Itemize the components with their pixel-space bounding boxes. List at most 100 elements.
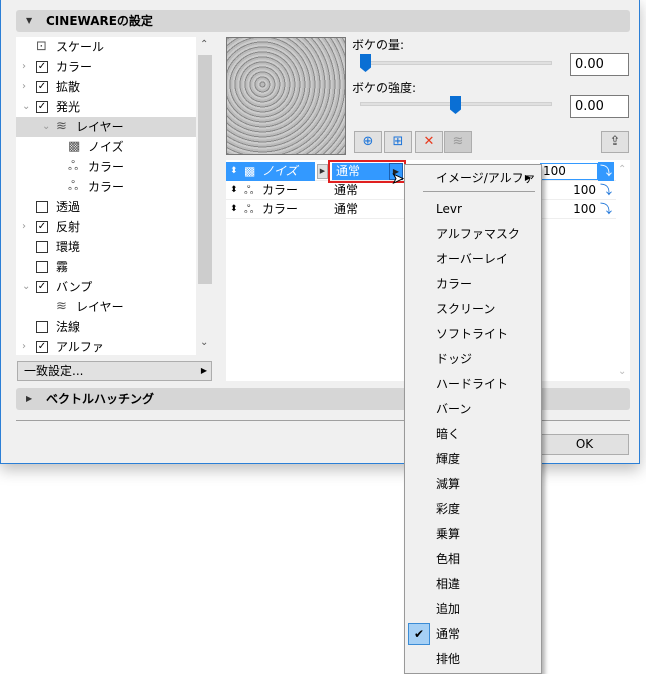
merge-layer-button[interactable]: ≋	[444, 131, 472, 153]
tree-item[interactable]: 霧	[16, 257, 196, 277]
blend-mode-dropdown[interactable]: 通常	[332, 163, 390, 180]
opacity-value[interactable]: 100	[566, 181, 596, 200]
layers-icon: ≋	[56, 299, 67, 314]
layer-name: ノイズ	[262, 164, 298, 178]
scroll-up-icon[interactable]: ⌃	[618, 164, 626, 175]
scroll-down-icon[interactable]: ⌄	[618, 366, 626, 377]
chevron-right-icon[interactable]: ›	[22, 217, 32, 237]
layer-name-cell[interactable]: ⬍ ஃ カラー	[226, 181, 315, 200]
menu-item[interactable]: ✔ 通常	[405, 623, 541, 645]
bokeh-amount-slider[interactable]	[360, 61, 552, 65]
tree-item-label: レイヤー	[76, 300, 124, 314]
checkbox[interactable]	[36, 201, 48, 213]
reorder-icon[interactable]: ⬍	[230, 181, 238, 200]
checkbox[interactable]	[36, 261, 48, 273]
checkbox[interactable]: ✓	[36, 221, 48, 233]
tree-item[interactable]: 環境	[16, 237, 196, 257]
menu-item[interactable]: ソフトライト	[405, 323, 541, 345]
scroll-thumb[interactable]	[198, 55, 212, 284]
scroll-up-icon[interactable]: ⌃	[200, 39, 208, 50]
menu-item[interactable]: 相違	[405, 573, 541, 595]
tree-item-label: カラー	[56, 60, 93, 74]
menu-item[interactable]: 追加	[405, 598, 541, 620]
chevron-down-icon[interactable]: ⌄	[22, 277, 32, 297]
menu-item[interactable]: 輝度	[405, 448, 541, 470]
checkbox[interactable]: ✓	[36, 281, 48, 293]
tree-item[interactable]: › ✓ 反射	[16, 217, 196, 237]
tree-item[interactable]: ≋ レイヤー	[16, 297, 196, 317]
menu-item[interactable]: ハードライト	[405, 373, 541, 395]
add-image-button[interactable]: ⊞	[384, 131, 412, 153]
checkmark-icon: ✔	[408, 623, 430, 645]
bokeh-strength-input[interactable]: 0.00	[570, 95, 629, 118]
menu-item[interactable]: Levr	[405, 198, 541, 220]
layer-name-cell[interactable]: ⬍ ▩ ノイズ	[226, 162, 315, 181]
checkbox[interactable]	[36, 321, 48, 333]
checkbox[interactable]: ✓	[36, 61, 48, 73]
chevron-down-icon[interactable]: ⌄	[22, 97, 32, 117]
tree-item[interactable]: ஃ カラー	[16, 157, 196, 177]
scroll-down-icon[interactable]: ⌄	[200, 337, 208, 348]
checkbox[interactable]: ✓	[36, 81, 48, 93]
checkbox[interactable]: ✓	[36, 341, 48, 353]
export-button[interactable]: ⇪	[601, 131, 629, 153]
menu-item-label: 乗算	[436, 527, 461, 541]
tree-item-label: 透過	[56, 200, 81, 214]
tree-item[interactable]: › ✓ 拡散	[16, 77, 196, 97]
expand-arrow-icon[interactable]: ▶	[317, 164, 328, 179]
layer-options-icon[interactable]: ⤵	[598, 162, 614, 181]
delete-button[interactable]: ✕	[415, 131, 443, 153]
ok-button[interactable]: OK	[540, 434, 629, 455]
checkbox[interactable]	[36, 241, 48, 253]
tree-item[interactable]: ⌄ ✓ バンプ	[16, 277, 196, 297]
tree-item-label: 発光	[56, 100, 81, 114]
tree-item[interactable]: ஃ カラー	[16, 177, 196, 197]
tree-item-label: 拡散	[56, 80, 81, 94]
reorder-icon[interactable]: ⬍	[230, 200, 238, 219]
menu-item[interactable]: カラー	[405, 273, 541, 295]
menu-item[interactable]: 色相	[405, 548, 541, 570]
blend-mode-value[interactable]: 通常	[334, 200, 358, 219]
menu-item[interactable]: 暗く	[405, 423, 541, 445]
chevron-down-icon[interactable]: ⌄	[42, 117, 52, 137]
layer-name-cell[interactable]: ⬍ ஃ カラー	[226, 200, 315, 219]
tree-item[interactable]: › ✓ アルファ	[16, 337, 196, 357]
menu-item[interactable]: 排他	[405, 648, 541, 670]
tree-item[interactable]: ⊡ スケール	[16, 37, 196, 57]
chevron-right-icon[interactable]: ›	[22, 57, 32, 77]
cineware-section-header[interactable]: ▼ CINEWAREの設定	[16, 10, 630, 32]
menu-item[interactable]: 減算	[405, 473, 541, 495]
blend-mode-highlight: 通常 ▶ ➤	[328, 160, 406, 188]
layer-options-icon[interactable]: ⤵	[598, 200, 614, 219]
reorder-icon[interactable]: ⬍	[230, 162, 238, 181]
match-settings-button[interactable]: 一致設定... ▶	[17, 361, 212, 381]
tree-item[interactable]: 透過	[16, 197, 196, 217]
opacity-value[interactable]: 100	[566, 200, 596, 219]
chevron-right-icon[interactable]: ›	[22, 77, 32, 97]
tree-item[interactable]: ⌄ ✓ 発光	[16, 97, 196, 117]
submenu-arrow-icon: ▶	[524, 173, 531, 182]
menu-item[interactable]: ドッジ	[405, 348, 541, 370]
tree-item[interactable]: ⌄ ≋ レイヤー	[16, 117, 196, 137]
menu-item[interactable]: 乗算	[405, 523, 541, 545]
opacity-input[interactable]: 100	[540, 163, 598, 180]
menu-item[interactable]: 彩度	[405, 498, 541, 520]
tree-item[interactable]: › ✓ カラー	[16, 57, 196, 77]
add-shader-button[interactable]: ⊕	[354, 131, 382, 153]
menu-item-label: カラー	[436, 277, 473, 291]
color-icon: ஃ	[244, 183, 254, 197]
menu-item-image-alpha[interactable]: イメージ/アルファ ▶	[405, 167, 541, 189]
menu-item-label: 相違	[436, 577, 461, 591]
checkbox[interactable]: ✓	[36, 101, 48, 113]
tree-item[interactable]: ▩ ノイズ	[16, 137, 196, 157]
menu-item[interactable]: スクリーン	[405, 298, 541, 320]
layer-options-icon[interactable]: ⤵	[598, 181, 614, 200]
add-image-icon: ⊞	[392, 134, 404, 149]
chevron-right-icon[interactable]: ›	[22, 337, 32, 357]
blend-mode-value[interactable]: 通常	[334, 181, 358, 200]
menu-item[interactable]: アルファマスク	[405, 223, 541, 245]
menu-item[interactable]: バーン	[405, 398, 541, 420]
tree-item[interactable]: 法線	[16, 317, 196, 337]
menu-item[interactable]: オーバーレイ	[405, 248, 541, 270]
bokeh-amount-input[interactable]: 0.00	[570, 53, 629, 76]
